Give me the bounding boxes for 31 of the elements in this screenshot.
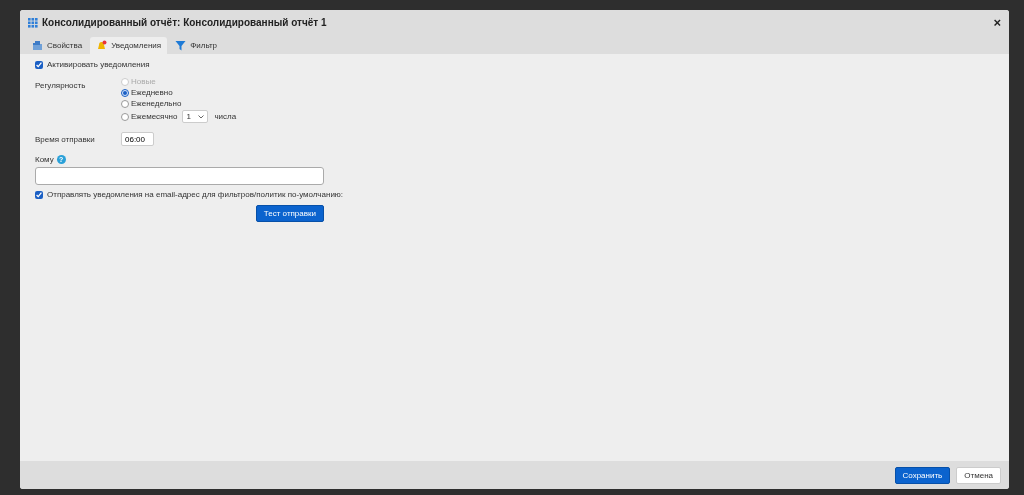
radio-button[interactable] <box>121 99 129 108</box>
radio-label: Новые <box>131 77 156 86</box>
radio-button[interactable] <box>121 88 129 97</box>
time-field[interactable]: 06:00 <box>121 132 154 146</box>
radio-button[interactable] <box>121 112 129 121</box>
tab[interactable]: Фильтр <box>169 37 224 54</box>
recipients-field[interactable] <box>35 167 324 185</box>
save-button[interactable]: Сохранить <box>894 466 951 484</box>
radio-suffix: числа <box>214 112 237 121</box>
checkbox[interactable] <box>35 190 43 199</box>
checkbox[interactable] <box>35 60 43 69</box>
close-button[interactable]: × <box>993 16 1001 29</box>
field-label: Время отправки <box>35 134 96 144</box>
caret-icon <box>198 114 205 119</box>
bell-icon <box>96 40 108 51</box>
test-send-button[interactable]: Тест отправки <box>255 205 324 222</box>
filter-icon <box>175 40 187 51</box>
cancel-button[interactable]: Отмена <box>956 466 1001 484</box>
radio-label: Еженедельно <box>131 99 182 108</box>
grid-icon <box>28 17 38 28</box>
radio-label: Ежедневно <box>131 88 173 97</box>
tab[interactable]: Уведомления <box>90 37 168 54</box>
day-select[interactable]: 1 <box>182 110 209 123</box>
dialog-title: Консолидированный отчёт: Консолидированный отчёт 1 <box>42 17 328 28</box>
network-icon <box>32 40 43 51</box>
tab[interactable]: Свойства <box>26 37 89 54</box>
radio-label: Ежемесячно <box>131 112 178 121</box>
field-label: Кому <box>35 155 54 164</box>
checkbox-label: Отправлять уведомления на email-адрес для фильтров/политик по-умолчанию: <box>47 190 344 199</box>
checkbox-label: Активировать уведомления <box>47 60 150 69</box>
field-label: Регулярность <box>35 81 87 92</box>
